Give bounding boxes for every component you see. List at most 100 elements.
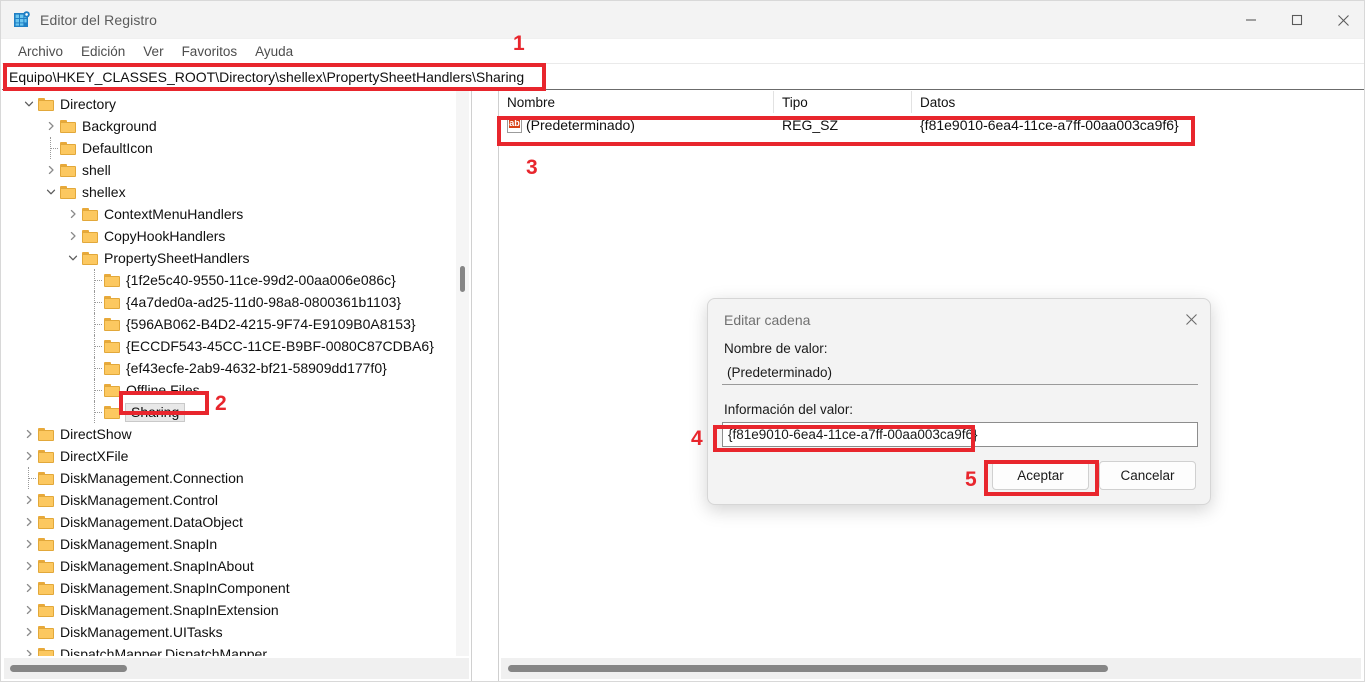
maximize-icon[interactable] — [1274, 1, 1320, 39]
chevron-down-icon[interactable] — [64, 247, 82, 269]
value-data-input[interactable]: {f81e9010-6ea4-11ce-a7ff-00aa003ca9f6} — [722, 422, 1198, 447]
tree-item-diskmanagement-connection[interactable]: DiskManagement.Connection — [2, 467, 249, 489]
chevron-right-icon[interactable] — [20, 533, 38, 555]
tree-item-596ab062-b4d2-4215-9f74-e9109b0a8153[interactable]: {596AB062-B4D2-4215-9F74-E9109B0A8153} — [2, 313, 421, 335]
tree-item-4a7ded0a-ad25-11d0-98a8-0800361b1103[interactable]: {4a7ded0a-ad25-11d0-98a8-0800361b1103} — [2, 291, 406, 313]
tree-item-directory[interactable]: Directory — [2, 93, 121, 115]
menu-ayuda[interactable]: Ayuda — [246, 42, 302, 61]
chevron-right-icon[interactable] — [20, 423, 38, 445]
folder-icon — [38, 493, 54, 507]
values-horizontal-scrollbar-thumb[interactable] — [508, 665, 1108, 672]
tree-item-label: DiskManagement.SnapInAbout — [60, 558, 254, 574]
tree-item-propertysheethandlers[interactable]: PropertySheetHandlers — [2, 247, 255, 269]
menu-ver[interactable]: Ver — [134, 42, 172, 61]
tree-item-content: {4a7ded0a-ad25-11d0-98a8-0800361b1103} — [86, 291, 406, 313]
value-data-label: Información del valor: — [724, 402, 854, 417]
tree-item-content: DirectShow — [20, 423, 137, 445]
tree-item-defaulticon[interactable]: DefaultIcon — [2, 137, 158, 159]
table-row[interactable]: ab (Predeterminado) REG_SZ {f81e9010-6ea… — [499, 113, 1364, 137]
tree-item-label: DiskManagement.SnapInExtension — [60, 602, 279, 618]
tree-connector — [86, 291, 104, 313]
tree-item-diskmanagement-dataobject[interactable]: DiskManagement.DataObject — [2, 511, 248, 533]
tree-item-dispatchmapper-dispatchmapper[interactable]: DispatchMapper.DispatchMapper — [2, 643, 272, 656]
tree-item-label: DispatchMapper.DispatchMapper — [60, 646, 267, 656]
value-name-input[interactable]: (Predeterminado) — [722, 361, 1198, 385]
chevron-right-icon[interactable] — [20, 621, 38, 643]
chevron-right-icon[interactable] — [20, 489, 38, 511]
tree-item-content: CopyHookHandlers — [64, 225, 230, 247]
address-bar[interactable]: Equipo\HKEY_CLASSES_ROOT\Directory\shell… — [2, 63, 1364, 90]
address-path[interactable]: Equipo\HKEY_CLASSES_ROOT\Directory\shell… — [2, 69, 524, 85]
tree-connector — [86, 313, 104, 335]
registry-editor-icon — [13, 10, 31, 29]
chevron-right-icon[interactable] — [20, 643, 38, 656]
tree-item-shellex[interactable]: shellex — [2, 181, 131, 203]
chevron-right-icon[interactable] — [42, 115, 60, 137]
dialog-buttons: Aceptar Cancelar — [992, 461, 1196, 490]
menu-favoritos[interactable]: Favoritos — [173, 42, 247, 61]
chevron-right-icon[interactable] — [20, 445, 38, 467]
values-horizontal-scrollbar[interactable] — [501, 658, 1361, 679]
tree-item-shell[interactable]: shell — [2, 159, 116, 181]
value-name-cell[interactable]: ab (Predeterminado) — [499, 117, 774, 133]
tree-item-sharing[interactable]: Sharing — [2, 401, 186, 423]
folder-icon — [60, 141, 76, 155]
annotation-number-3: 3 — [526, 156, 538, 179]
accept-button[interactable]: Aceptar — [992, 461, 1089, 490]
folder-icon — [104, 317, 120, 331]
tree-item-content: DiskManagement.SnapInExtension — [20, 599, 284, 621]
column-header-nombre[interactable]: Nombre — [499, 91, 774, 113]
tree-horizontal-scrollbar[interactable] — [4, 658, 469, 679]
tree-item-diskmanagement-snapin[interactable]: DiskManagement.SnapIn — [2, 533, 222, 555]
tree-item-label: DiskManagement.SnapInComponent — [60, 580, 290, 596]
tree-vertical-scrollbar[interactable] — [456, 91, 469, 656]
values-column-header: Nombre Tipo Datos — [499, 91, 1364, 113]
chevron-right-icon[interactable] — [64, 225, 82, 247]
chevron-down-icon[interactable] — [42, 181, 60, 203]
tree-item-ef43ecfe-2ab9-4632-bf21-58909dd177f0[interactable]: {ef43ecfe-2ab9-4632-bf21-58909dd177f0} — [2, 357, 392, 379]
tree-item-content: PropertySheetHandlers — [64, 247, 255, 269]
tree-item-diskmanagement-snapinabout[interactable]: DiskManagement.SnapInAbout — [2, 555, 259, 577]
tree-item-diskmanagement-snapincomponent[interactable]: DiskManagement.SnapInComponent — [2, 577, 295, 599]
tree-item-diskmanagement-control[interactable]: DiskManagement.Control — [2, 489, 223, 511]
tree-item-content: DiskManagement.SnapInAbout — [20, 555, 259, 577]
tree-item-label: {596AB062-B4D2-4215-9F74-E9109B0A8153} — [126, 316, 416, 332]
folder-icon — [60, 185, 76, 199]
chevron-right-icon[interactable] — [64, 203, 82, 225]
column-header-datos[interactable]: Datos — [912, 91, 1364, 113]
tree-item-1f2e5c40-9550-11ce-99d2-00aa006e086c[interactable]: {1f2e5c40-9550-11ce-99d2-00aa006e086c} — [2, 269, 401, 291]
folder-icon — [104, 405, 120, 419]
folder-icon — [60, 119, 76, 133]
chevron-right-icon[interactable] — [20, 577, 38, 599]
cancel-button[interactable]: Cancelar — [1099, 461, 1196, 490]
chevron-right-icon[interactable] — [20, 599, 38, 621]
tree-item-offline-files[interactable]: Offline Files — [2, 379, 205, 401]
tree-item-eccdf543-45cc-11ce-b9bf-0080c87cdba6[interactable]: {ECCDF543-45CC-11CE-B9BF-0080C87CDBA6} — [2, 335, 439, 357]
chevron-right-icon[interactable] — [20, 511, 38, 533]
menu-archivo[interactable]: Archivo — [9, 42, 72, 61]
tree-item-diskmanagement-uitasks[interactable]: DiskManagement.UITasks — [2, 621, 228, 643]
folder-icon — [104, 295, 120, 309]
minimize-icon[interactable] — [1228, 1, 1274, 39]
tree-item-diskmanagement-snapinextension[interactable]: DiskManagement.SnapInExtension — [2, 599, 284, 621]
tree-vertical-scrollbar-thumb[interactable] — [460, 266, 465, 292]
tree-item-copyhookhandlers[interactable]: CopyHookHandlers — [2, 225, 230, 247]
tree-horizontal-scrollbar-thumb[interactable] — [10, 665, 127, 672]
tree-item-label: DiskManagement.UITasks — [60, 624, 223, 640]
tree-item-contextmenuhandlers[interactable]: ContextMenuHandlers — [2, 203, 248, 225]
tree-item-label: shell — [82, 162, 111, 178]
column-header-tipo[interactable]: Tipo — [774, 91, 912, 113]
tree-item-directxfile[interactable]: DirectXFile — [2, 445, 133, 467]
tree-item-content: DiskManagement.Control — [20, 489, 223, 511]
close-icon[interactable] — [1320, 1, 1364, 39]
chevron-right-icon[interactable] — [20, 555, 38, 577]
menu-edicion[interactable]: Edición — [72, 42, 134, 61]
registry-tree: Directory Background DefaultIcon shell shell… — [2, 91, 457, 656]
chevron-right-icon[interactable] — [42, 159, 60, 181]
chevron-down-icon[interactable] — [20, 93, 38, 115]
tree-item-background[interactable]: Background — [2, 115, 162, 137]
folder-icon — [104, 383, 120, 397]
close-icon[interactable] — [1174, 303, 1208, 335]
tree-item-content: {ef43ecfe-2ab9-4632-bf21-58909dd177f0} — [86, 357, 392, 379]
tree-item-directshow[interactable]: DirectShow — [2, 423, 137, 445]
